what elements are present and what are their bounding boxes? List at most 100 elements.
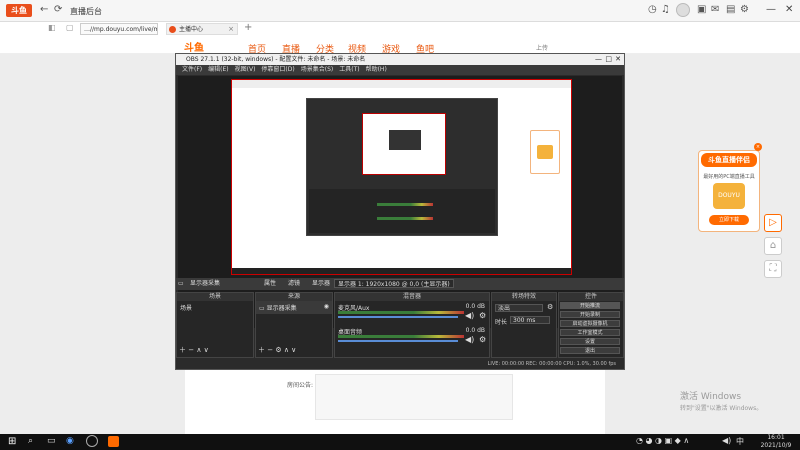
start-icon[interactable]: ⊞ xyxy=(8,436,16,447)
transition-gear-icon[interactable]: ⚙ xyxy=(547,303,553,311)
preview-ad-icon xyxy=(537,145,553,159)
avatar[interactable] xyxy=(676,3,690,17)
close-tab-icon[interactable]: × xyxy=(228,24,234,35)
desktop-volume-slider[interactable] xyxy=(338,340,458,342)
url-input[interactable]: …//mp.douyu.com/live/main xyxy=(80,23,158,35)
filters-button[interactable]: 滤镜 xyxy=(288,278,300,290)
source-item-label: 显示器采集 xyxy=(266,305,297,312)
menu-docks[interactable]: 停靠窗口(D) xyxy=(261,66,294,73)
ad-title: 斗鱼直播伴侣 xyxy=(701,153,757,167)
announcement-label: 房间公告: xyxy=(287,382,314,389)
obs-preview[interactable] xyxy=(178,76,622,328)
scenes-header: 场景 xyxy=(177,293,253,301)
close-button[interactable]: ✕ xyxy=(785,4,793,15)
scene-actions[interactable]: ＋ − ∧ ∨ xyxy=(179,345,209,355)
browser-app-icon[interactable]: ◉ xyxy=(66,436,74,446)
window-title: 直播后台 xyxy=(70,7,102,16)
ime-icon[interactable]: 中 xyxy=(736,436,744,447)
tab-bar: ◧ ▢ …//mp.douyu.com/live/main 主播中心 × + xyxy=(0,22,800,36)
mixer-header: 混音器 xyxy=(335,293,489,301)
display-label: 显示器 xyxy=(312,280,331,287)
ad-close-icon[interactable]: × xyxy=(754,143,762,151)
back-icon[interactable]: ← xyxy=(40,4,48,15)
properties-button[interactable]: 属性 xyxy=(264,278,276,290)
recursive-obs-preview xyxy=(306,98,498,236)
virtual-camera-button[interactable]: 启动虚拟摄像机 xyxy=(560,320,620,327)
obs-maximize-button[interactable]: □ xyxy=(605,54,612,65)
upload-button[interactable]: 上传 xyxy=(536,43,548,52)
gear-icon[interactable]: ⚙ xyxy=(740,4,749,15)
transitions-header: 转场特效 xyxy=(492,293,556,301)
mic-speaker-icon[interactable]: ◀) xyxy=(465,311,474,320)
tab-anchor-center[interactable]: 主播中心 × xyxy=(166,23,238,35)
duration-label: 时长 xyxy=(495,319,508,326)
mic-db: 0.0 dB xyxy=(465,303,485,310)
douyu-app-icon[interactable] xyxy=(108,436,119,447)
activation-watermark: 激活 Windows 转到"设置"以激活 Windows。 xyxy=(680,392,762,414)
source-actions[interactable]: ＋ − ⚙ ∧ ∨ xyxy=(258,345,296,355)
menu-view[interactable]: 视图(V) xyxy=(235,66,256,73)
display-select[interactable]: 显示器 1: 1920x1080 @ 0,0 (主显示器) xyxy=(334,279,454,288)
volume-icon[interactable]: ◀) xyxy=(722,436,731,445)
windows-taskbar: ⊞ ⌕ ▭ ◉ ◔ ◕ ◑ ▣ ◆ ∧ ◀) 中 16:01 2021/10/9 xyxy=(0,434,800,450)
duration-input[interactable]: 300 ms xyxy=(510,316,550,324)
mail-icon[interactable]: ✉ xyxy=(711,4,719,15)
douyu-favicon-icon xyxy=(169,26,176,33)
desktop-db: 0.0 dB xyxy=(465,327,485,334)
preview-taskbar xyxy=(232,268,571,274)
recursive-meter xyxy=(377,217,433,220)
menu-file[interactable]: 文件(F) xyxy=(182,66,202,73)
bell-icon[interactable]: ♫ xyxy=(661,4,670,15)
menu-help[interactable]: 帮助(H) xyxy=(366,66,387,73)
exit-button[interactable]: 退出 xyxy=(560,347,620,354)
recursive-thumbnail xyxy=(389,130,421,150)
site-logo[interactable]: 斗鱼 xyxy=(184,39,204,54)
history-icon[interactable]: ◷ xyxy=(648,4,657,15)
menu-edit[interactable]: 编辑(E) xyxy=(208,66,228,73)
task-view-icon[interactable]: ▭ xyxy=(47,436,56,446)
announcement-input[interactable] xyxy=(315,374,513,420)
desktop-meter xyxy=(338,335,464,338)
shirt-icon[interactable]: ▤ xyxy=(726,4,735,15)
obs-close-button[interactable]: ✕ xyxy=(615,54,621,65)
obs-title: OBS 27.1.1 (32-bit, windows) - 配置文件: 未命名… xyxy=(186,56,366,63)
home-side-icon[interactable]: ⌂ xyxy=(764,237,782,255)
download-ad[interactable]: 斗鱼直播伴侣 × 最好用的PC端直播工具 DOUYU 立即下载 xyxy=(698,143,762,232)
obs-status-bar: LIVE: 00:00:00 REC: 00:00:00 CPU: 1.0%, … xyxy=(176,359,624,369)
menu-scene-collection[interactable]: 场景集合(S) xyxy=(301,66,334,73)
minimize-button[interactable]: — xyxy=(766,4,776,15)
mic-meter xyxy=(338,311,464,314)
tab-scroll-icon[interactable]: ◧ xyxy=(48,23,56,32)
obs-minimize-button[interactable]: — xyxy=(595,54,602,65)
desktop-gear-icon[interactable]: ⚙ xyxy=(479,335,486,344)
clock[interactable]: 16:01 2021/10/9 xyxy=(758,434,794,450)
recursive-meter xyxy=(377,203,433,206)
mic-gear-icon[interactable]: ⚙ xyxy=(479,311,486,320)
new-tab-button[interactable]: + xyxy=(244,22,252,33)
mic-volume-slider[interactable] xyxy=(338,316,458,318)
ad-image: DOUYU xyxy=(713,183,745,209)
scenes-dock: 场景 场景 ＋ − ∧ ∨ xyxy=(176,292,254,358)
obs-app-icon[interactable] xyxy=(86,435,98,447)
ad-download-button[interactable]: 立即下载 xyxy=(709,215,749,225)
eye-icon[interactable]: ◉ xyxy=(324,303,329,310)
tray-icons[interactable]: ◔ ◕ ◑ ▣ ◆ ∧ xyxy=(636,436,689,445)
search-icon[interactable]: ⌕ xyxy=(28,436,33,446)
desktop-speaker-icon[interactable]: ◀) xyxy=(465,335,474,344)
studio-mode-button[interactable]: 工作室模式 xyxy=(560,329,620,336)
source-item[interactable]: ▭ 显示器采集 ◉ xyxy=(256,301,332,314)
refresh-icon[interactable]: ⟳ xyxy=(54,4,62,15)
fullscreen-side-icon[interactable]: ⛶ xyxy=(764,260,782,278)
play-side-icon[interactable]: ▷ xyxy=(764,214,782,232)
settings-button[interactable]: 设置 xyxy=(560,338,620,345)
start-recording-button[interactable]: 开始录制 xyxy=(560,311,620,318)
start-streaming-button[interactable]: 开始推流 xyxy=(560,302,620,309)
source-monitor-icon: ▭ xyxy=(259,305,265,312)
mixer-dock: 混音器 麦克风/Aux 0.0 dB ◀) ⚙ 桌面音频 0.0 dB ◀) ⚙ xyxy=(334,292,490,358)
preview-canvas xyxy=(231,79,572,275)
gift-icon[interactable]: ▣ xyxy=(697,4,706,15)
menu-tools[interactable]: 工具(T) xyxy=(339,66,359,73)
monitor-icon: ▭ xyxy=(178,280,184,287)
scene-item[interactable]: 场景 xyxy=(177,301,253,314)
transition-select[interactable]: 淡出 xyxy=(495,304,543,312)
